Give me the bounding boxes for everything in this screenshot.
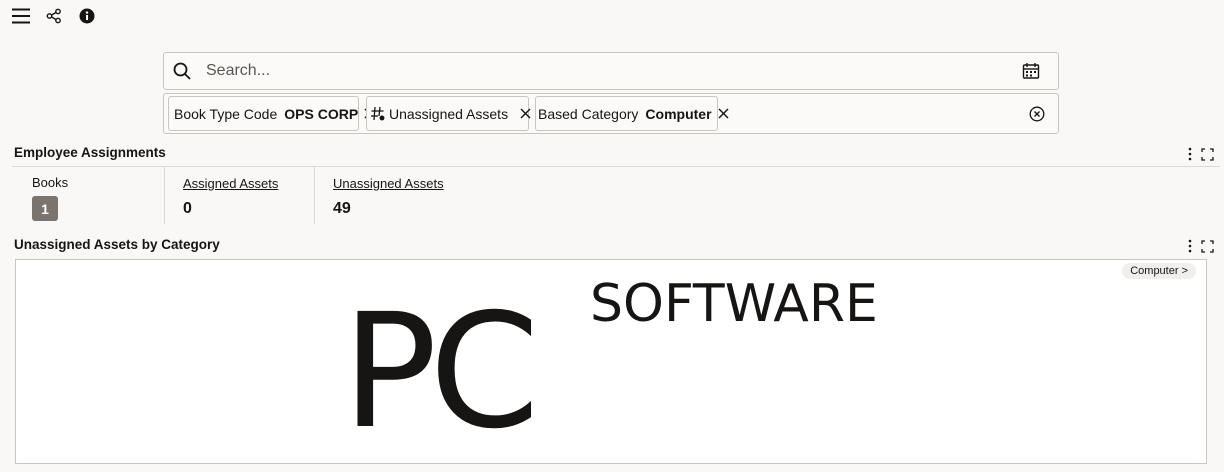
hamburger-menu-icon[interactable] (10, 5, 32, 27)
page: Book Type Code OPS CORP Unassigned Asset… (0, 0, 1224, 472)
metric-value: 0 (183, 200, 192, 217)
metric-label: Books (32, 175, 69, 190)
word-cloud-term[interactable]: SOFTWARE (590, 278, 878, 330)
section-actions (1183, 239, 1214, 253)
metric-assigned-assets: Assigned Assets 0 (183, 176, 278, 230)
section-title-unassigned-by-category: Unassigned Assets by Category (14, 237, 220, 252)
clear-all-filters-icon[interactable] (1028, 105, 1046, 123)
search-icon (172, 61, 192, 81)
filter-chip-key: Book Type Code (174, 105, 278, 122)
info-icon[interactable] (76, 5, 98, 27)
word-cloud-term[interactable]: PC (342, 293, 540, 451)
search-input[interactable] (206, 53, 1020, 89)
metric-divider (314, 167, 315, 224)
section-actions (1183, 147, 1214, 161)
word-cloud-panel: Computer > PC SOFTWARE (15, 259, 1207, 464)
filter-chip-book-type-code[interactable]: Book Type Code OPS CORP (168, 96, 375, 131)
remove-filter-icon[interactable] (718, 107, 729, 121)
assigned-assets-link[interactable]: Assigned Assets (183, 176, 278, 191)
top-toolbar (10, 5, 98, 27)
filter-chip-key: Unassigned Assets (389, 105, 509, 122)
maximize-icon[interactable] (1200, 147, 1214, 161)
section-divider (12, 166, 1220, 167)
hashtag-icon (370, 106, 385, 122)
more-actions-icon[interactable] (1183, 239, 1197, 253)
metric-value: 49 (333, 200, 351, 217)
count-badge: 1 (32, 196, 58, 221)
share-icon[interactable] (43, 5, 65, 27)
filter-bar: Book Type Code OPS CORP Unassigned Asset… (163, 93, 1059, 134)
maximize-icon[interactable] (1200, 239, 1214, 253)
unassigned-assets-link[interactable]: Unassigned Assets (333, 176, 444, 191)
filter-chip-value: Computer (645, 105, 712, 122)
filter-chip-based-category[interactable]: Based Category Computer (535, 96, 729, 131)
filter-chip-value: OPS CORP (284, 105, 359, 122)
metric-divider (164, 167, 165, 224)
metric-books: Books 1 (32, 175, 68, 229)
more-actions-icon[interactable] (1183, 147, 1197, 161)
filter-chip-key: Based Category (538, 105, 639, 122)
drill-breadcrumb[interactable]: Computer > (1122, 263, 1196, 279)
section-title-employee-assignments: Employee Assignments (14, 145, 166, 160)
calendar-icon[interactable] (1020, 60, 1042, 82)
filter-chip-unassigned-assets[interactable]: Unassigned Assets (366, 96, 531, 131)
metric-unassigned-assets: Unassigned Assets 49 (333, 176, 444, 230)
remove-filter-icon[interactable] (520, 107, 531, 121)
search-bar (163, 52, 1059, 90)
